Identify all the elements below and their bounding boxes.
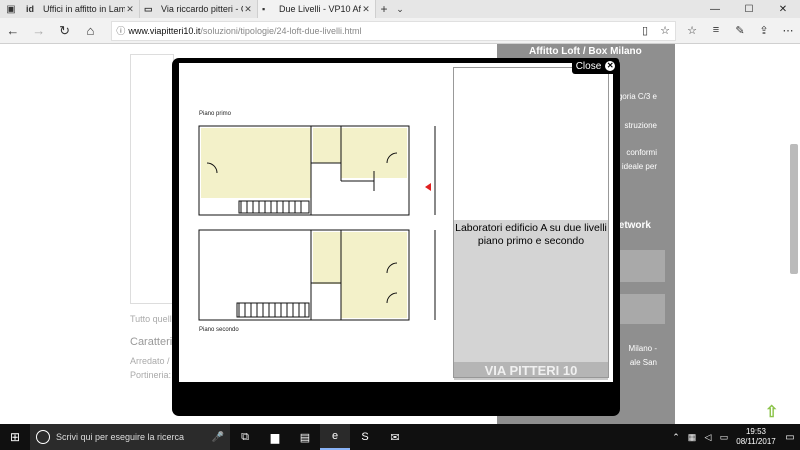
tab-list-chevron-icon[interactable]: ⌄ — [392, 0, 408, 18]
clock-date: 08/11/2017 — [736, 437, 776, 446]
close-circle-icon: ✕ — [605, 61, 616, 71]
tab-title: Due Livelli - VP10 Affitt — [279, 4, 361, 14]
action-center-icon[interactable]: ▭ — [780, 432, 800, 443]
back-arrow-icon[interactable]: ← — [0, 18, 26, 44]
edge-icon[interactable]: e — [320, 424, 350, 450]
close-tab-icon[interactable]: ✕ — [125, 4, 135, 15]
minimize-button[interactable]: — — [698, 0, 732, 18]
mail-icon[interactable]: ✉ — [380, 424, 410, 450]
taskbar: ⊞ Scrivi qui per eseguire la ricerca 🎤 ⧉… — [0, 424, 800, 450]
id-site-icon: id — [26, 4, 34, 14]
hub-icon[interactable]: ≡ — [704, 24, 728, 37]
tab-via-riccardo[interactable]: ▭ Via riccardo pitteri - Case, n ✕ — [140, 0, 258, 18]
new-tab-button[interactable]: + — [376, 0, 392, 18]
tab-uffici[interactable]: id Uffici in affitto in Lambrate, ✕ — [22, 0, 140, 18]
cortana-circle-icon — [36, 430, 50, 444]
portineria-text: Portineria: — [130, 370, 172, 380]
url-host: www.viapitteri10.it — [128, 25, 201, 36]
microphone-icon[interactable]: 🎤 — [212, 432, 224, 443]
search-placeholder: Scrivi qui per eseguire la ricerca — [56, 432, 185, 442]
reading-view-icon[interactable]: ▯ — [635, 24, 655, 37]
sidebar-network-heading: etwork — [618, 220, 651, 231]
features-heading: Caratteris — [130, 336, 178, 348]
sidebar-text: ale San — [629, 358, 657, 367]
url-path: /soluzioni/tipologie/24-loft-due-livelli… — [200, 25, 362, 36]
share-icon[interactable]: ⇪ — [752, 24, 776, 37]
sidebar-text: ideale per — [621, 162, 657, 171]
clock[interactable]: 19:53 08/11/2017 — [732, 427, 780, 447]
tab-title: Uffici in affitto in Lambrate, — [43, 4, 125, 14]
address-toolbar: ← → ↻ ⌂ ⓘ www.viapitteri10.it /soluzioni… — [0, 18, 800, 44]
sidebar-banner[interactable] — [619, 294, 665, 324]
tab-strip: ▣ id Uffici in affitto in Lambrate, ✕ ▭ … — [0, 0, 800, 18]
sidebar-text: struzione — [624, 121, 657, 130]
page-icon: ▭ — [144, 3, 153, 14]
forward-arrow-icon[interactable]: → — [26, 18, 52, 44]
close-tab-icon[interactable]: ✕ — [361, 4, 371, 15]
more-icon[interactable]: ⋯ — [776, 24, 800, 37]
scroll-to-top-icon[interactable]: ⇧ — [765, 402, 783, 421]
show-hidden-icons-icon[interactable]: ⌃ — [668, 432, 684, 443]
maximize-button[interactable]: ☐ — [732, 0, 766, 18]
sidebar-text: conformi — [626, 148, 657, 157]
clock-time: 19:53 — [745, 427, 767, 436]
home-icon[interactable]: ⌂ — [78, 18, 104, 44]
section-caption: Laboratori edificio A su due livelli pia… — [455, 222, 607, 247]
notes-icon[interactable]: ✎ — [728, 24, 752, 37]
intro-text: Tutto quello — [130, 314, 177, 324]
tab-preview-icon[interactable]: ▣ — [0, 0, 22, 18]
volume-icon[interactable]: ◁ — [700, 432, 716, 443]
sidebar-banner[interactable] — [619, 250, 665, 282]
plan-thumbnail[interactable] — [130, 54, 174, 304]
close-label: Close — [575, 60, 602, 72]
first-floor-label: Piano primo — [199, 111, 232, 117]
tab-due-livelli[interactable]: ▪ Due Livelli - VP10 Affitt ✕ — [258, 0, 376, 18]
file-explorer-icon[interactable]: ▆ — [260, 424, 290, 450]
taskbar-search-box[interactable]: Scrivi qui per eseguire la ricerca 🎤 — [30, 424, 230, 450]
sidebar-text: Milano - — [628, 344, 657, 353]
page-info-icon[interactable]: ⓘ — [116, 24, 128, 37]
refresh-icon[interactable]: ↻ — [52, 18, 78, 44]
language-icon[interactable]: ▭ — [716, 432, 732, 443]
address-bar[interactable]: ⓘ www.viapitteri10.it /soluzioni/tipolog… — [111, 20, 676, 41]
watermark-text: casa.it — [278, 330, 422, 379]
watermark-banner: VIA PITTERI 10 — [454, 362, 608, 380]
windows-start-icon[interactable]: ⊞ — [0, 424, 30, 450]
vp10-site-icon: ▪ — [262, 4, 266, 14]
favorites-icon[interactable]: ☆ — [680, 24, 704, 37]
store-icon[interactable]: ▤ — [290, 424, 320, 450]
tab-title: Via riccardo pitteri - Case, n — [161, 4, 243, 14]
task-view-icon[interactable]: ⧉ — [230, 424, 260, 450]
sidebar-text: goria C/3 e — [617, 92, 657, 101]
close-window-button[interactable]: ✕ — [766, 0, 800, 18]
page-scrollbar[interactable] — [790, 144, 798, 274]
network-icon[interactable]: ▦ — [684, 432, 700, 443]
close-tab-icon[interactable]: ✕ — [243, 4, 253, 15]
second-floor-label: Piano secondo — [199, 327, 239, 333]
favorite-star-icon[interactable]: ☆ — [655, 24, 675, 37]
close-button[interactable]: Close ✕ — [572, 58, 619, 74]
skype-icon[interactable]: S — [350, 424, 380, 450]
